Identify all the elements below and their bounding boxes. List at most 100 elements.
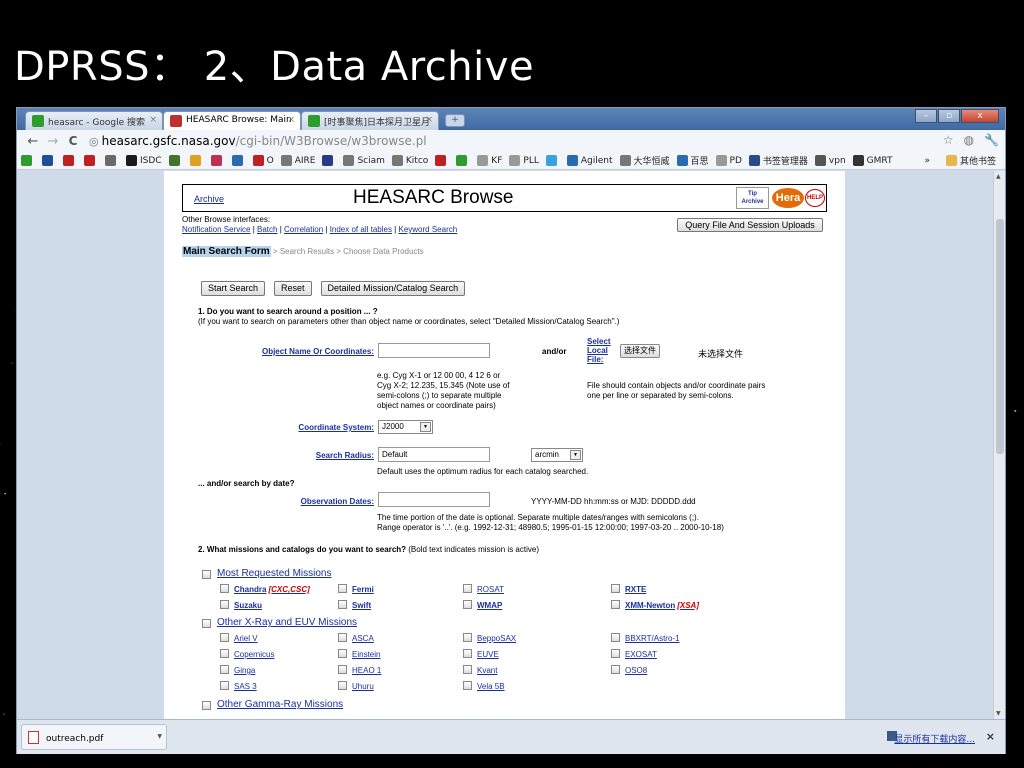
- mission-link[interactable]: BeppoSAX: [477, 634, 516, 643]
- other-bookmarks-folder[interactable]: 其他书签: [945, 154, 996, 167]
- mission-link[interactable]: EXOSAT: [625, 650, 657, 659]
- mission-group-label[interactable]: Most Requested Missions: [217, 568, 332, 579]
- tab-close-icon[interactable]: ×: [425, 115, 433, 125]
- bookmark-item[interactable]: [105, 155, 119, 166]
- mission-checkbox[interactable]: [463, 633, 472, 642]
- mission-link[interactable]: ROSAT: [477, 585, 504, 594]
- bookmark-item[interactable]: vpn: [814, 155, 846, 166]
- vertical-scrollbar[interactable]: ▲ ▼: [993, 171, 1005, 719]
- bookmark-item[interactable]: KF: [477, 155, 502, 166]
- mission-checkbox[interactable]: [463, 649, 472, 658]
- mission-checkbox[interactable]: [463, 600, 472, 609]
- reload-icon[interactable]: C: [63, 134, 83, 148]
- mission-group-label[interactable]: Other Gamma-Ray Missions: [217, 699, 343, 710]
- reset-button[interactable]: Reset: [274, 281, 312, 296]
- mission-checkbox[interactable]: [338, 600, 347, 609]
- bookmark-item[interactable]: GMRT: [852, 155, 893, 166]
- select-local-file-link[interactable]: Select Local File:: [587, 337, 611, 364]
- mission-link[interactable]: WMAP: [477, 601, 502, 610]
- notification-service-link[interactable]: Notification Service: [182, 225, 250, 234]
- bookmark-item[interactable]: 书签管理器: [748, 154, 808, 167]
- bookmark-item[interactable]: ISDC: [126, 155, 162, 166]
- mission-checkbox[interactable]: [611, 633, 620, 642]
- mission-checkbox[interactable]: [220, 649, 229, 658]
- mission-checkbox[interactable]: [338, 665, 347, 674]
- mission-checkbox[interactable]: [338, 633, 347, 642]
- extension-icon[interactable]: ◍: [964, 133, 974, 147]
- scroll-down-icon[interactable]: ▼: [996, 710, 1001, 717]
- correlation-link[interactable]: Correlation: [284, 225, 323, 234]
- bookmark-item[interactable]: 百思: [676, 154, 709, 167]
- bookmark-item[interactable]: [456, 155, 470, 166]
- mission-checkbox[interactable]: [220, 600, 229, 609]
- maximize-button[interactable]: ▫: [938, 109, 960, 123]
- tab-close-icon[interactable]: ×: [287, 115, 295, 125]
- mission-link[interactable]: BBXRT/Astro-1: [625, 634, 680, 643]
- minimize-button[interactable]: –: [915, 109, 937, 123]
- download-item[interactable]: outreach.pdf ▼: [21, 724, 167, 750]
- mission-checkbox[interactable]: [611, 584, 620, 593]
- mission-link[interactable]: Suzaku: [234, 601, 262, 610]
- object-name-input[interactable]: [378, 343, 490, 358]
- bookmark-item[interactable]: [84, 155, 98, 166]
- hera-button[interactable]: Hera: [772, 188, 804, 208]
- bookmark-item[interactable]: 大华恒威: [619, 154, 670, 167]
- back-icon[interactable]: ←: [23, 134, 43, 149]
- detailed-search-button[interactable]: Detailed Mission/Catalog Search: [320, 281, 466, 296]
- bookmark-item[interactable]: AIRE: [280, 155, 315, 166]
- mission-extra-link[interactable]: [XSA]: [677, 601, 699, 610]
- mission-checkbox[interactable]: [338, 681, 347, 690]
- tab-news[interactable]: [时事聚焦]日本探月卫星月 ×: [301, 111, 439, 130]
- keyword-search-link[interactable]: Keyword Search: [398, 225, 457, 234]
- group-checkbox[interactable]: [202, 619, 211, 628]
- bookmark-item[interactable]: [322, 155, 336, 166]
- bookmark-item[interactable]: [231, 155, 246, 166]
- tip-archive-button[interactable]: Tip Archive: [736, 187, 769, 209]
- bookmark-item[interactable]: Sciam: [343, 155, 385, 166]
- wrench-icon[interactable]: 🔧: [984, 133, 999, 147]
- tab-heasarc-browse[interactable]: HEASARC Browse: Main ×: [163, 111, 301, 130]
- mission-link[interactable]: Fermi: [352, 585, 374, 594]
- batch-link[interactable]: Batch: [257, 225, 277, 234]
- coordinate-system-select[interactable]: J2000 ▼: [378, 420, 433, 434]
- mission-checkbox[interactable]: [338, 584, 347, 593]
- chevron-down-icon[interactable]: ▼: [157, 733, 162, 740]
- mission-link[interactable]: XMM-Newton [XSA]: [625, 601, 699, 610]
- tab-google-search[interactable]: heasarc - Google 搜索 ×: [25, 111, 163, 130]
- mission-link[interactable]: RXTE: [625, 585, 646, 594]
- bookmark-item[interactable]: PLL: [509, 155, 539, 166]
- mission-checkbox[interactable]: [463, 665, 472, 674]
- query-file-button[interactable]: Query File And Session Uploads: [677, 218, 823, 232]
- mission-checkbox[interactable]: [220, 584, 229, 593]
- mission-extra-link[interactable]: [CXC,CSC]: [268, 585, 309, 594]
- start-search-button[interactable]: Start Search: [201, 281, 266, 296]
- mission-checkbox[interactable]: [220, 633, 229, 642]
- mission-link[interactable]: Ariel V: [234, 634, 258, 643]
- mission-link[interactable]: Vela 5B: [477, 682, 505, 691]
- bookmark-item[interactable]: Agilent: [566, 155, 613, 166]
- mission-checkbox[interactable]: [220, 681, 229, 690]
- bookmarks-more-button[interactable]: »: [924, 156, 930, 166]
- bookmark-item[interactable]: O: [252, 155, 274, 166]
- mission-link[interactable]: Copernicus: [234, 650, 274, 659]
- tab-close-icon[interactable]: ×: [149, 115, 157, 125]
- bookmark-item[interactable]: [210, 155, 225, 166]
- mission-link[interactable]: Chandra [CXC,CSC]: [234, 585, 310, 594]
- bookmark-star-icon[interactable]: ☆: [943, 133, 954, 147]
- mission-group-label[interactable]: Other X-Ray and EUV Missions: [217, 617, 357, 628]
- radius-unit-select[interactable]: arcmin ▼: [531, 448, 583, 462]
- bookmark-item[interactable]: Kitco: [391, 155, 428, 166]
- mission-checkbox[interactable]: [220, 665, 229, 674]
- mission-link[interactable]: EUVE: [477, 650, 499, 659]
- observation-dates-input[interactable]: [378, 492, 490, 507]
- scrollbar-thumb[interactable]: [996, 219, 1004, 454]
- mission-link[interactable]: Einstein: [352, 650, 380, 659]
- bookmark-item[interactable]: [545, 155, 560, 166]
- mission-checkbox[interactable]: [463, 584, 472, 593]
- close-window-button[interactable]: x: [961, 109, 999, 123]
- forward-icon[interactable]: →: [43, 134, 63, 149]
- mission-checkbox[interactable]: [463, 681, 472, 690]
- bookmark-item[interactable]: PD: [715, 155, 742, 166]
- group-checkbox[interactable]: [202, 701, 211, 710]
- mission-link[interactable]: OSO8: [625, 666, 647, 675]
